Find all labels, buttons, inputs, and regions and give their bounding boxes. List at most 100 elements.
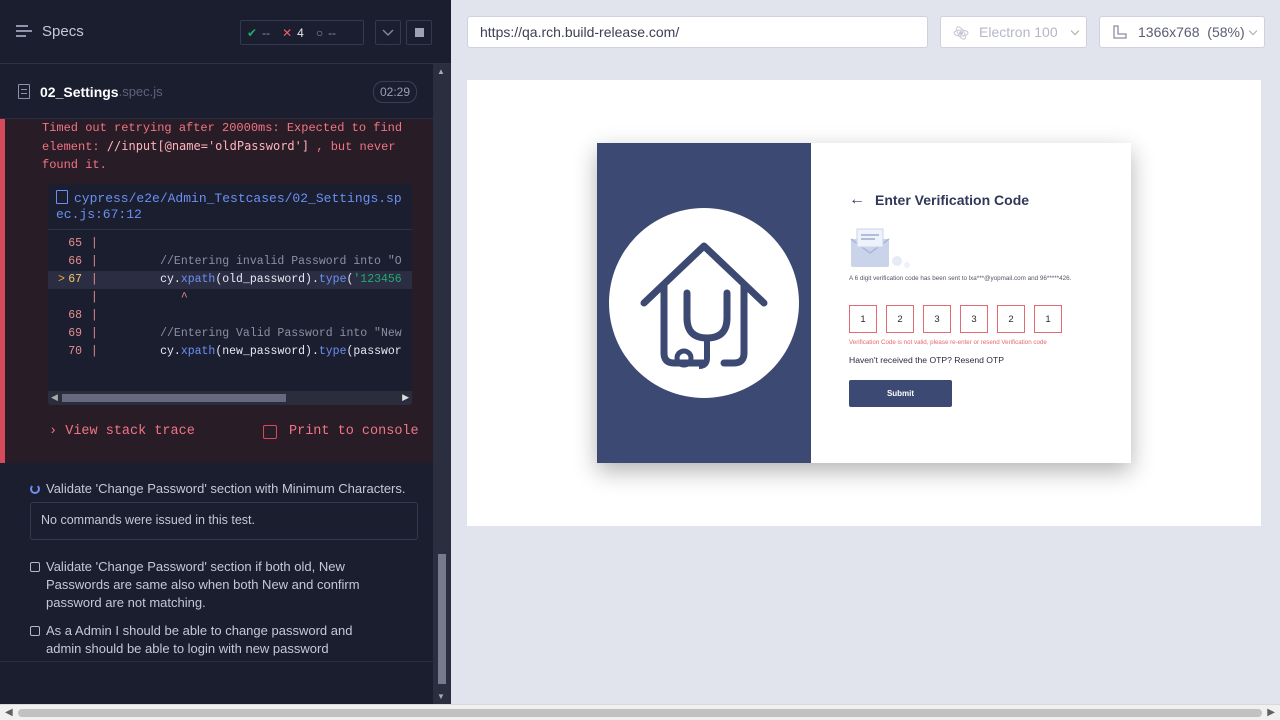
pending-test-icon xyxy=(30,562,40,572)
otp-digit-input[interactable]: 2 xyxy=(886,305,914,333)
browser-label: Electron 100 xyxy=(979,24,1058,40)
divider xyxy=(0,661,433,662)
specs-title[interactable]: Specs xyxy=(42,23,84,40)
view-stack-label: View stack trace xyxy=(65,424,195,439)
otp-digit-input[interactable]: 3 xyxy=(960,305,988,333)
print-to-console-button[interactable]: Print to console xyxy=(263,424,419,439)
viewport-selector[interactable]: 1366x768 (58%) xyxy=(1099,16,1265,48)
scroll-up-icon[interactable]: ▲ xyxy=(437,67,445,76)
reporter-vertical-scrollbar[interactable]: ▲ ▼ xyxy=(433,64,451,704)
heading-row: ← Enter Verification Code xyxy=(849,191,1029,209)
aut-panel: https://qa.rch.build-release.com/ Electr… xyxy=(451,0,1280,704)
code-comment: //Entering Valid Password into "New xyxy=(104,327,402,340)
viewport-label: 1366x768 (58%) xyxy=(1138,24,1245,40)
test-pending[interactable]: Validate 'Change Password' section if bo… xyxy=(30,558,360,612)
code-text: cy. xyxy=(104,273,181,286)
resend-otp-link[interactable]: Haven't received the OTP? Resend OTP xyxy=(849,355,1004,365)
url-field[interactable]: https://qa.rch.build-release.com/ xyxy=(467,16,928,48)
otp-inputs: 1 2 3 3 2 1 xyxy=(849,305,1071,333)
view-stack-trace-button[interactable]: › View stack trace xyxy=(49,424,195,439)
caret-marker: ^ xyxy=(104,291,188,304)
aut-iframe: ← Enter Verification Code A 6 digit veri… xyxy=(467,80,1261,526)
error-line-2-pre: element: xyxy=(42,140,107,154)
envelope-icon xyxy=(849,227,919,276)
line-number: 69 xyxy=(68,327,82,340)
ruler-icon xyxy=(1113,25,1127,39)
otp-digit-input[interactable]: 1 xyxy=(1034,305,1062,333)
code-line: 66 | //Entering invalid Password into "O xyxy=(48,253,412,271)
test-title: Validate 'Change Password' section if bo… xyxy=(46,559,360,610)
terminal-icon xyxy=(263,424,277,439)
code-line: 69 | //Entering Valid Password into "New xyxy=(48,325,412,343)
line-number: 70 xyxy=(68,345,82,358)
spec-duration: 02:29 xyxy=(372,81,417,103)
error-line-2: element: //input[@name='oldPassword'] , … xyxy=(42,137,422,156)
otp-digit-input[interactable]: 1 xyxy=(849,305,877,333)
line-number: 66 xyxy=(68,255,82,268)
print-console-label: Print to console xyxy=(289,424,419,439)
line-number: 65 xyxy=(68,237,82,250)
pending-stat: ○ -- xyxy=(310,26,342,40)
pending-count: -- xyxy=(328,25,337,40)
error-message: Timed out retrying after 20000ms: Expect… xyxy=(42,119,422,174)
scroll-thumb[interactable] xyxy=(18,709,1262,717)
scroll-left-icon[interactable]: ◀ xyxy=(51,392,58,403)
specs-list-icon[interactable] xyxy=(16,24,32,39)
otp-digit-input[interactable]: 2 xyxy=(997,305,1025,333)
verification-message: A 6 digit verification code has been sen… xyxy=(849,275,1072,282)
code-line: 68 | xyxy=(48,307,412,325)
code-horizontal-scrollbar[interactable]: ◀ ▶ xyxy=(48,391,412,405)
failed-count: 4 xyxy=(297,25,304,40)
otp-digit-input[interactable]: 3 xyxy=(923,305,951,333)
otp-error-message: Verification Code is not valid, please r… xyxy=(849,339,1047,346)
logo-circle xyxy=(609,208,799,398)
code-line-highlighted: >67 | cy.xpath(old_password).type('12345… xyxy=(48,271,412,289)
reporter-panel: Specs ✔ -- ✕ 4 ○ -- 02_Settings .spec.js 02… xyxy=(0,0,451,704)
code-comment: //Entering invalid Password into "O xyxy=(104,255,402,268)
stop-button[interactable] xyxy=(406,20,432,45)
no-commands-message: No commands were issued in this test. xyxy=(30,502,418,540)
code-text: (old_password). xyxy=(215,273,319,286)
back-arrow-icon[interactable]: ← xyxy=(849,191,865,209)
line-number: 68 xyxy=(68,309,82,322)
code-lines: 65 | 66 | //Entering invalid Password in… xyxy=(48,230,412,361)
home-stethoscope-logo-icon xyxy=(640,242,768,369)
code-text: (new_password). xyxy=(215,345,319,358)
page-title: Enter Verification Code xyxy=(875,192,1030,208)
stop-icon xyxy=(414,28,424,37)
scroll-right-icon[interactable]: ▶ xyxy=(1267,707,1275,718)
passed-count: -- xyxy=(262,25,271,40)
scroll-down-icon[interactable]: ▼ xyxy=(437,692,445,701)
code-line: 65 | xyxy=(48,235,412,253)
submit-button[interactable]: Submit xyxy=(849,380,952,407)
code-line: | ^ xyxy=(90,291,188,304)
file-link[interactable]: cypress/e2e/Admin_Testcases/02_Settings.… xyxy=(48,184,412,230)
error-line-1: Timed out retrying after 20000ms: Expect… xyxy=(42,121,403,135)
code-fn: xpath xyxy=(180,345,216,358)
test-running[interactable]: Validate 'Change Password' section with … xyxy=(30,480,406,498)
scroll-left-icon[interactable]: ◀ xyxy=(5,707,13,718)
chevron-down-icon xyxy=(382,28,394,36)
error-line-2-post: , but never xyxy=(316,140,396,154)
page-horizontal-scrollbar[interactable]: ◀ ▶ xyxy=(0,704,1280,720)
scroll-thumb[interactable] xyxy=(438,554,446,684)
error-selector: //input[@name='oldPassword'] xyxy=(106,139,310,153)
check-icon: ✔ xyxy=(247,25,258,40)
test-title: Validate 'Change Password' section with … xyxy=(46,481,406,496)
browser-selector[interactable]: Electron 100 xyxy=(940,16,1087,48)
code-text: (passwor xyxy=(346,345,402,358)
chevron-down-button[interactable] xyxy=(375,20,401,45)
spec-name: 02_Settings xyxy=(40,83,119,100)
code-text: cy. xyxy=(104,345,181,358)
test-title: As a Admin I should be able to change pa… xyxy=(46,623,353,656)
chevron-down-icon xyxy=(1070,26,1080,36)
scroll-right-icon[interactable]: ▶ xyxy=(402,392,409,403)
code-string: '123456 xyxy=(353,273,402,286)
file-icon xyxy=(18,84,30,99)
spec-file-row[interactable]: 02_Settings .spec.js 02:29 xyxy=(0,65,433,119)
pending-circle-icon: ○ xyxy=(315,25,324,40)
scroll-thumb[interactable] xyxy=(62,394,286,402)
file-link-line-2: ec.js:67:12 xyxy=(56,207,142,222)
test-pending[interactable]: As a Admin I should be able to change pa… xyxy=(30,622,390,658)
spec-ext: .spec.js xyxy=(118,84,163,99)
